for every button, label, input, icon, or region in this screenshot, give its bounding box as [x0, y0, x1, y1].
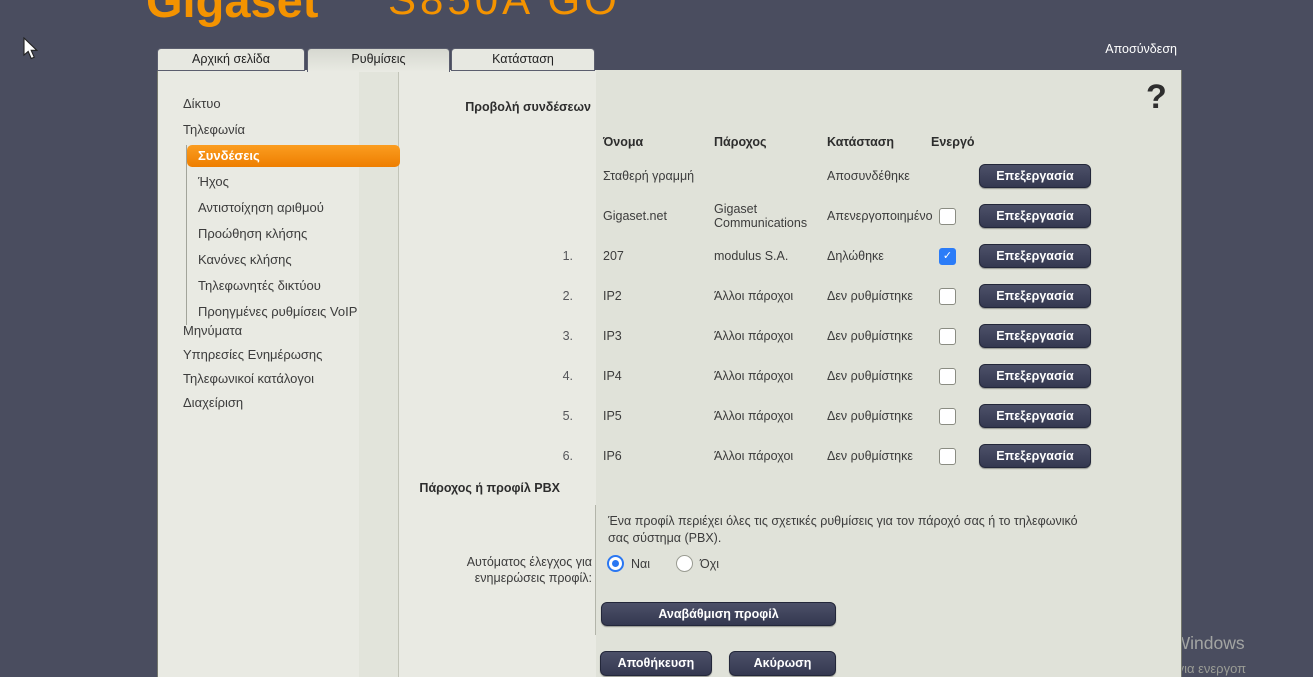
connection-provider: Άλλοι πάροχοι	[714, 369, 827, 383]
connection-status: Αποσυνδέθηκε	[827, 169, 931, 183]
active-checkbox[interactable]	[939, 368, 956, 385]
profile-upgrade-button[interactable]: Αναβάθμιση προφίλ	[601, 602, 836, 626]
connections-table: Όνομα Πάροχος Κατάσταση Ενεργό Σταθερή γ…	[537, 128, 1089, 476]
sidebar-telephony-group: Συνδέσεις Ήχος Αντιστοίχηση αριθμού Προώ…	[186, 145, 400, 325]
row-number: 3.	[537, 329, 577, 343]
help-icon[interactable]: ?	[1146, 78, 1167, 117]
connection-status: Δεν ρυθμίστηκε	[827, 329, 931, 343]
row-number: 2.	[537, 289, 577, 303]
sidebar-item-management[interactable]: Διαχείριση	[158, 391, 400, 415]
table-row-ip1: 1. 207 modulus S.A. Δηλώθηκε Επεξεργασία	[537, 236, 1089, 276]
active-checkbox[interactable]	[939, 408, 956, 425]
connection-provider: Άλλοι πάροχοι	[714, 409, 827, 423]
edit-button[interactable]: Επεξεργασία	[979, 244, 1091, 268]
content-panel: ? Δίκτυο Τηλεφωνία Συνδέσεις Ήχος Αντιστ…	[157, 70, 1182, 677]
radio-no-icon[interactable]	[676, 555, 693, 572]
connection-name: IP6	[577, 449, 714, 463]
sidebar-item-call-forwarding[interactable]: Προώθηση κλήσης	[187, 221, 400, 247]
active-checkbox[interactable]	[939, 328, 956, 345]
connection-provider: Gigaset Communications	[714, 202, 827, 231]
active-checkbox[interactable]	[939, 208, 956, 225]
connection-status: Δηλώθηκε	[827, 249, 931, 263]
edit-button[interactable]: Επεξεργασία	[979, 444, 1091, 468]
table-header-row: Όνομα Πάροχος Κατάσταση Ενεργό	[537, 128, 1089, 156]
sidebar-item-info-services[interactable]: Υπηρεσίες Ενημέρωσης	[158, 343, 400, 367]
connection-status: Δεν ρυθμίστηκε	[827, 369, 931, 383]
connection-provider: Άλλοι πάροχοι	[714, 449, 827, 463]
auto-check-radio-group: Ναι Όχι	[607, 555, 719, 572]
col-header-name: Όνομα	[577, 135, 714, 149]
radio-yes-label: Ναι	[631, 557, 650, 571]
sidebar-bottom-group: Μηνύματα Υπηρεσίες Ενημέρωσης Τηλεφωνικο…	[158, 319, 400, 415]
radio-no-label: Όχι	[700, 557, 719, 571]
auto-check-label-line2: ενημερώσεις προφίλ:	[400, 570, 592, 586]
connection-provider: modulus S.A.	[714, 249, 827, 263]
connection-status: Δεν ρυθμίστηκε	[827, 409, 931, 423]
edit-button[interactable]: Επεξεργασία	[979, 404, 1091, 428]
edit-button[interactable]: Επεξεργασία	[979, 324, 1091, 348]
auto-check-label-line1: Αυτόματος έλεγχος για	[400, 554, 592, 570]
table-row-ip6: 6. IP6 Άλλοι πάροχοι Δεν ρυθμίστηκε Επεξ…	[537, 436, 1089, 476]
row-number: 5.	[537, 409, 577, 423]
save-button[interactable]: Αποθήκευση	[600, 651, 712, 676]
table-row-ip4: 4. IP4 Άλλοι πάροχοι Δεν ρυθμίστηκε Επεξ…	[537, 356, 1089, 396]
tab-status[interactable]: Κατάσταση	[451, 48, 595, 71]
radio-option-yes[interactable]: Ναι	[607, 555, 650, 572]
connection-status: Απενεργοποιημένο	[827, 209, 931, 223]
sidebar-item-network[interactable]: Δίκτυο	[158, 91, 400, 117]
auto-check-label: Αυτόματος έλεγχος για ενημερώσεις προφίλ…	[400, 554, 592, 586]
connection-name: 207	[577, 249, 714, 263]
radio-yes-icon[interactable]	[607, 555, 624, 572]
active-checkbox[interactable]	[939, 288, 956, 305]
sidebar-item-telephony[interactable]: Τηλεφωνία	[158, 117, 400, 143]
table-row-ip3: 3. IP3 Άλλοι πάροχοι Δεν ρυθμίστηκε Επεξ…	[537, 316, 1089, 356]
gigaset-admin-screen: Gigaset S850A GO Αποσύνδεση Αρχική σελίδ…	[0, 0, 1313, 677]
tab-home[interactable]: Αρχική σελίδα	[157, 48, 305, 71]
logout-link[interactable]: Αποσύνδεση	[1020, 42, 1177, 56]
col-header-provider: Πάροχος	[714, 135, 827, 149]
col-header-status: Κατάσταση	[827, 135, 931, 149]
section-label-provider-pbx-profile: Πάροχος ή προφίλ PBX	[400, 481, 560, 495]
sidebar-item-directories[interactable]: Τηλεφωνικοί κατάλογοι	[158, 367, 400, 391]
active-checkbox[interactable]	[939, 248, 956, 265]
sidebar-item-network-mailboxes[interactable]: Τηλεφωνητές δικτύου	[187, 273, 400, 299]
edit-button[interactable]: Επεξεργασία	[979, 204, 1091, 228]
cancel-button[interactable]: Ακύρωση	[729, 651, 836, 676]
tab-settings[interactable]: Ρυθμίσεις	[307, 48, 450, 72]
table-row-fixed-line: Σταθερή γραμμή Αποσυνδέθηκε Επεξεργασία	[537, 156, 1089, 196]
sidebar-item-number-assignment[interactable]: Αντιστοίχηση αριθμού	[187, 195, 400, 221]
sidebar-item-connections[interactable]: Συνδέσεις	[187, 145, 400, 167]
table-row-ip2: 2. IP2 Άλλοι πάροχοι Δεν ρυθμίστηκε Επεξ…	[537, 276, 1089, 316]
connection-status: Δεν ρυθμίστηκε	[827, 289, 931, 303]
connection-name: Gigaset.net	[577, 209, 714, 223]
radio-option-no[interactable]: Όχι	[676, 555, 719, 572]
edit-button[interactable]: Επεξεργασία	[979, 364, 1091, 388]
col-header-active: Ενεργό	[931, 135, 979, 149]
connection-status: Δεν ρυθμίστηκε	[827, 449, 931, 463]
connection-provider: Άλλοι πάροχοι	[714, 289, 827, 303]
row-number: 4.	[537, 369, 577, 383]
connection-provider: Άλλοι πάροχοι	[714, 329, 827, 343]
section-label-connections-overview: Προβολή συνδέσεων	[400, 100, 591, 114]
pbx-profile-description: Ένα προφίλ περιέχει όλες τις σχετικές ρυ…	[608, 513, 1100, 546]
connection-name: IP2	[577, 289, 714, 303]
connection-name: IP5	[577, 409, 714, 423]
mouse-cursor	[23, 37, 41, 61]
row-number: 1.	[537, 249, 577, 263]
table-row-ip5: 5. IP5 Άλλοι πάροχοι Δεν ρυθμίστηκε Επεξ…	[537, 396, 1089, 436]
gigaset-logo: Gigaset	[146, 0, 318, 28]
sidebar-item-audio[interactable]: Ήχος	[187, 169, 400, 195]
active-checkbox[interactable]	[939, 448, 956, 465]
device-model-label: S850A GO	[388, 0, 621, 24]
sidebar-item-dialling-plans[interactable]: Κανόνες κλήσης	[187, 247, 400, 273]
connection-name: Σταθερή γραμμή	[577, 169, 714, 183]
connection-name: IP3	[577, 329, 714, 343]
row-number: 6.	[537, 449, 577, 463]
edit-button[interactable]: Επεξεργασία	[979, 284, 1091, 308]
connection-name: IP4	[577, 369, 714, 383]
label-divider-line	[595, 505, 596, 635]
sidebar-nav: Δίκτυο Τηλεφωνία Συνδέσεις Ήχος Αντιστοί…	[158, 91, 400, 415]
edit-button[interactable]: Επεξεργασία	[979, 164, 1091, 188]
table-row-gigaset-net: Gigaset.net Gigaset Communications Απενε…	[537, 196, 1089, 236]
